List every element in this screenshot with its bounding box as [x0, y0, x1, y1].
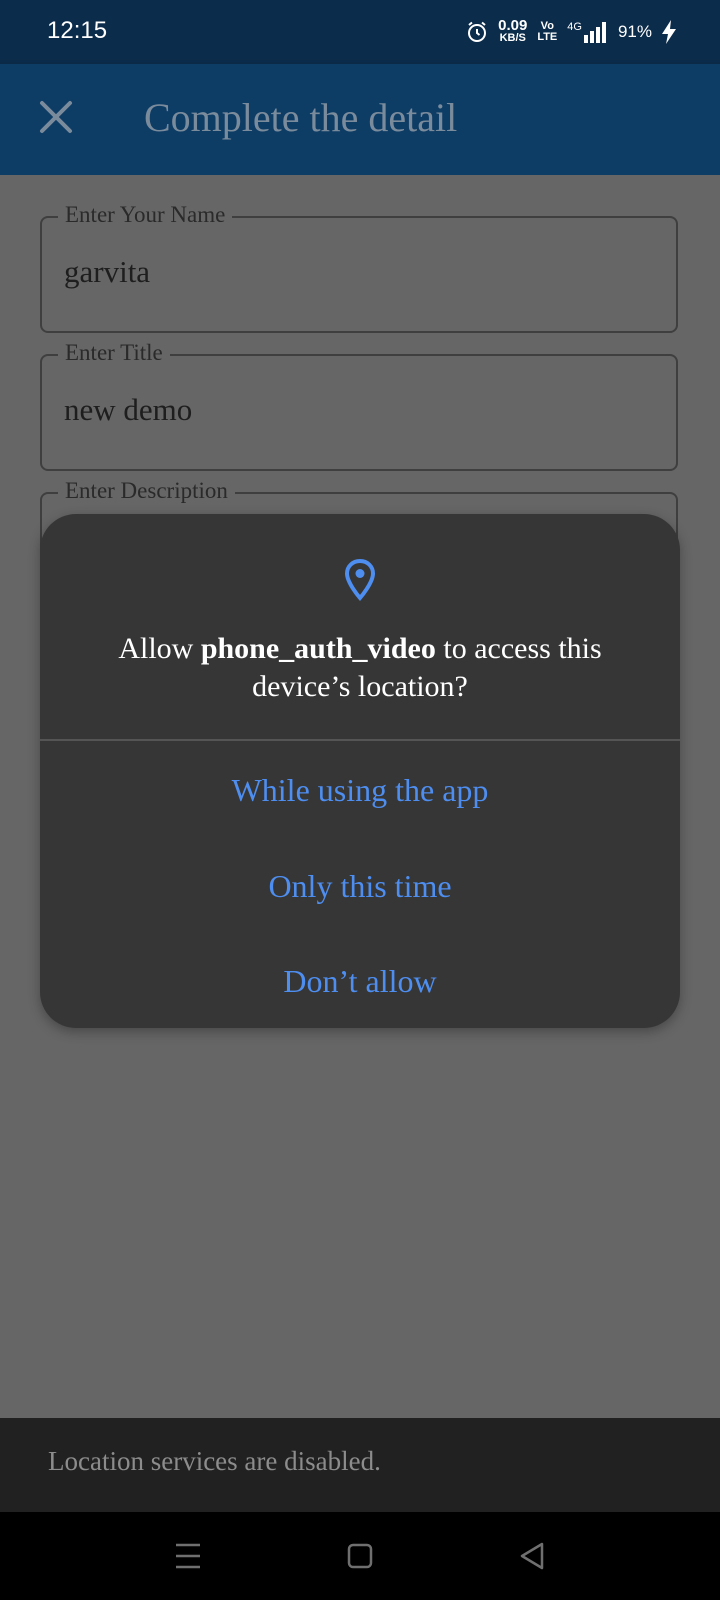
signal-icon	[583, 22, 606, 43]
location-permission-dialog: Allow phone_auth_video to access this de…	[40, 514, 680, 1028]
menu-icon	[176, 1543, 200, 1569]
title-field-label: Enter Title	[58, 340, 170, 366]
name-field-label: Enter Your Name	[58, 202, 233, 228]
network-speed-value: 0.09	[498, 17, 528, 34]
name-field[interactable]: Enter Your Name garvita	[40, 202, 678, 333]
signal-indicator: 4G	[567, 21, 608, 43]
back-icon	[520, 1542, 544, 1570]
recent-apps-button[interactable]	[168, 1536, 208, 1576]
network-speed-unit: KB/S	[499, 32, 526, 44]
dialog-app-name: phone_auth_video	[200, 632, 436, 665]
back-button[interactable]	[512, 1536, 552, 1576]
close-icon	[40, 101, 72, 133]
location-pin-icon	[344, 558, 376, 602]
charging-icon	[662, 20, 676, 44]
snackbar: Location services are disabled.	[0, 1418, 720, 1512]
network-speed: 0.09 KB/S	[498, 17, 528, 44]
home-button[interactable]	[340, 1536, 380, 1576]
navigation-bar	[0, 1512, 720, 1600]
description-field-label: Enter Description	[58, 478, 235, 504]
dialog-message: Allow phone_auth_video to access this de…	[80, 630, 640, 706]
dont-allow-button[interactable]: Don’t allow	[40, 937, 680, 1025]
battery-percentage: 91%	[617, 22, 652, 41]
title-field-value: new demo	[64, 392, 193, 427]
status-icons: 0.09 KB/S Vo LTE 4G 91%	[466, 16, 676, 48]
home-icon	[347, 1543, 373, 1569]
volte-bottom-label: LTE	[537, 31, 558, 43]
status-bar: 12:15 0.09 KB/S Vo LTE 4G 91%	[0, 0, 720, 64]
dialog-message-prefix: Allow	[118, 632, 201, 665]
while-using-app-button[interactable]: While using the app	[40, 746, 680, 834]
only-this-time-button[interactable]: Only this time	[40, 842, 680, 930]
name-field-value: garvita	[64, 254, 151, 289]
dialog-divider	[40, 739, 680, 741]
app-bar: Complete the detail	[0, 64, 720, 175]
alarm-icon	[468, 21, 487, 42]
close-button[interactable]	[36, 97, 76, 137]
volte-indicator: Vo LTE	[537, 21, 557, 43]
network-type: 4G	[567, 21, 582, 33]
title-field[interactable]: Enter Title new demo	[40, 340, 678, 471]
page-title: Complete the detail	[144, 95, 458, 140]
snackbar-message: Location services are disabled.	[48, 1446, 381, 1476]
status-time: 12:15	[47, 17, 108, 44]
